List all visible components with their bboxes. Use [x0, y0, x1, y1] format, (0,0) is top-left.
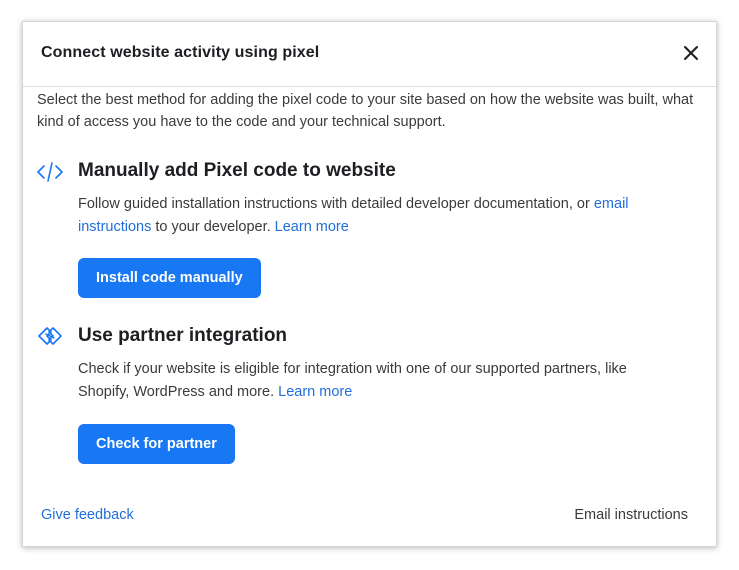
manual-desc-text-1: Follow guided installation instructions …: [78, 196, 594, 212]
manual-section-description: Follow guided installation instructions …: [78, 193, 678, 239]
code-icon: [36, 160, 64, 184]
check-for-partner-button[interactable]: Check for partner: [78, 424, 235, 464]
give-feedback-link[interactable]: Give feedback: [41, 507, 134, 523]
dialog-title: Connect website activity using pixel: [41, 44, 320, 61]
dialog-intro: Select the best method for adding the pi…: [37, 92, 694, 130]
pixel-setup-dialog: Connect website activity using pixel Sel…: [22, 21, 717, 547]
partner-desc-text: Check if your website is eligible for in…: [78, 361, 627, 400]
dialog-header: Connect website activity using pixel: [23, 22, 716, 87]
partner-section-title: Use partner integration: [78, 325, 288, 346]
manual-section-title: Manually add Pixel code to website: [78, 160, 396, 181]
manual-desc-text-2: to your developer.: [151, 219, 275, 235]
install-code-manually-button[interactable]: Install code manually: [78, 258, 261, 298]
handshake-icon: [36, 324, 64, 348]
partner-learn-more-link[interactable]: Learn more: [278, 384, 352, 400]
manual-learn-more-link[interactable]: Learn more: [275, 219, 349, 235]
email-instructions-footer-link[interactable]: Email instructions: [574, 507, 688, 523]
close-icon[interactable]: [680, 42, 702, 64]
partner-section-description: Check if your website is eligible for in…: [78, 358, 678, 404]
